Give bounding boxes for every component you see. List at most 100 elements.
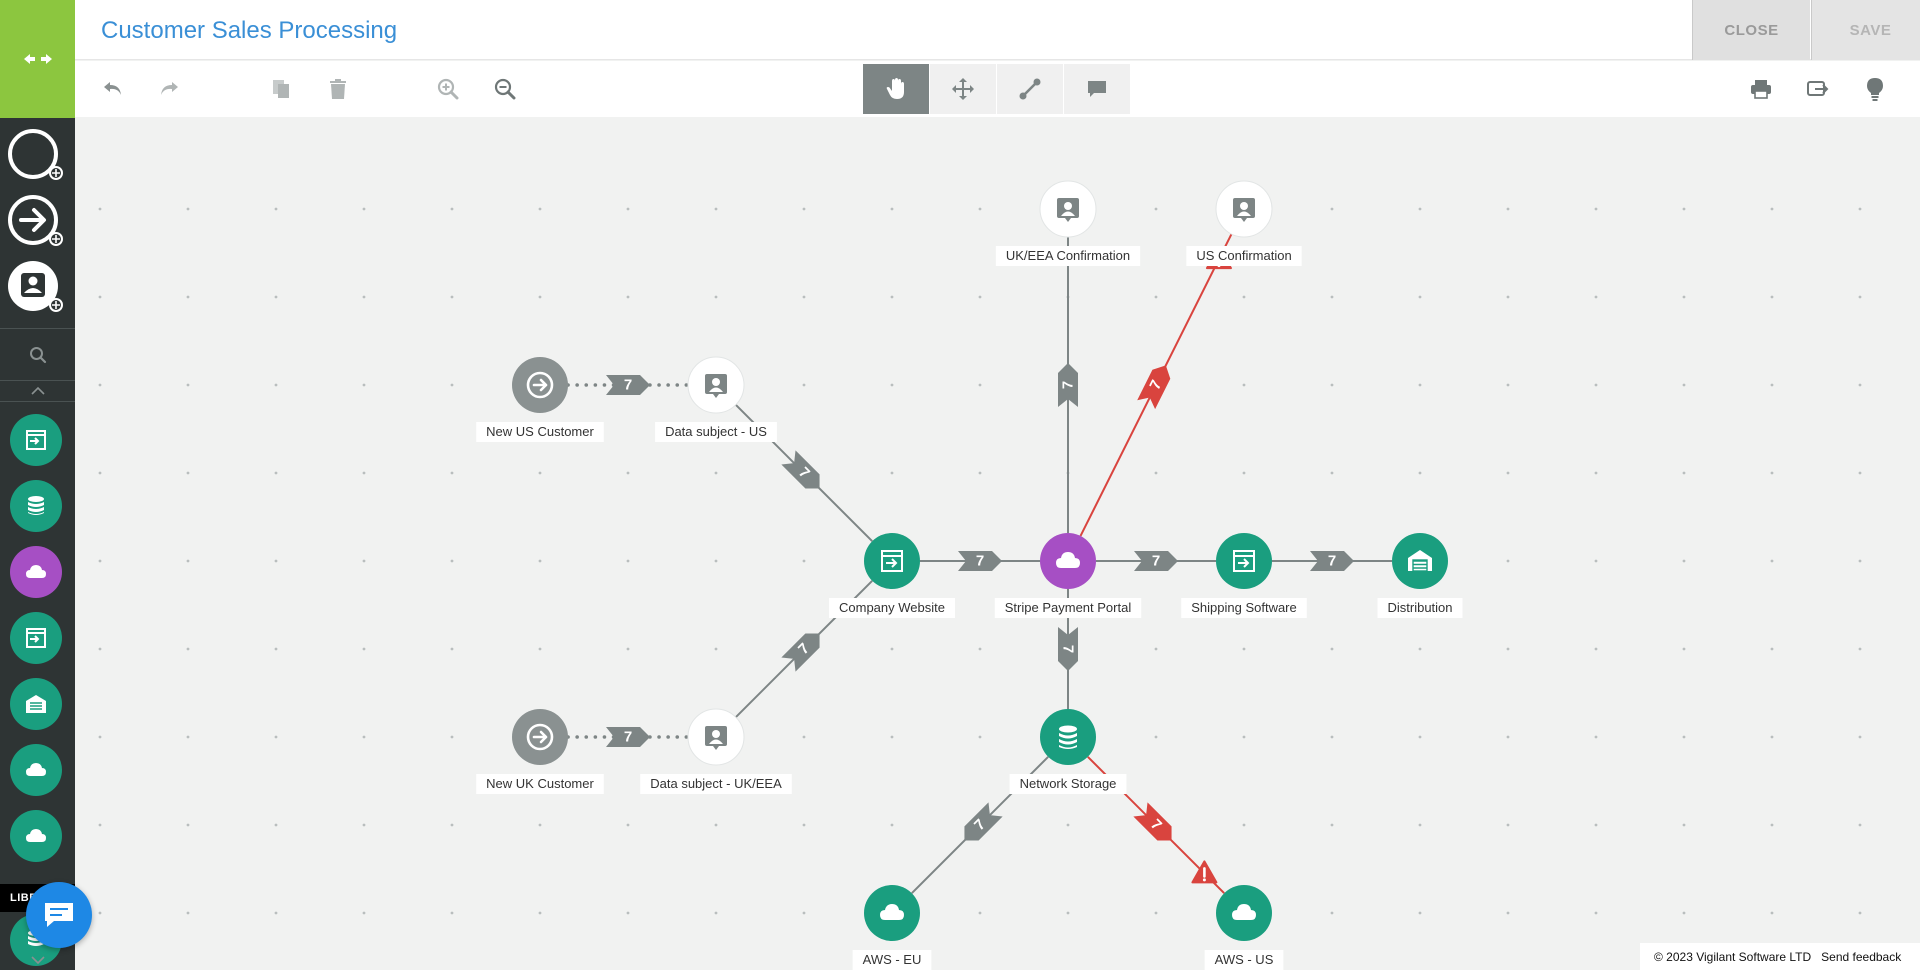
node-aws-eu[interactable]: AWS - EU — [852, 885, 932, 970]
flow-count-label: 7 — [1328, 553, 1336, 570]
grid-dot — [714, 207, 718, 211]
redo-button[interactable] — [151, 71, 187, 107]
connector-icon — [1019, 78, 1041, 100]
edge-stripe-payment-portal-to-shipping-software[interactable]: 7 — [1096, 551, 1216, 571]
grid-dot — [538, 823, 542, 827]
library-scroll-down-button[interactable] — [0, 950, 75, 970]
comment-mode-button[interactable] — [1064, 64, 1130, 114]
print-button[interactable] — [1743, 71, 1779, 107]
library-item-cloud-purple[interactable] — [10, 546, 62, 598]
expand-panel-button[interactable] — [0, 0, 75, 118]
node-uk-eea-confirmation[interactable]: UK/EEA Confirmation — [995, 180, 1141, 266]
library-item-application[interactable] — [10, 612, 62, 664]
connect-mode-button[interactable] — [997, 64, 1063, 114]
node-company-website[interactable]: Company Website — [829, 533, 955, 618]
add-data-subject-shape-button[interactable] — [7, 260, 63, 314]
library-item-cloud[interactable] — [10, 810, 62, 862]
copyright-text: © 2023 Vigilant Software LTD — [1654, 949, 1812, 964]
grid-dot — [1242, 647, 1246, 651]
node-network-storage[interactable]: Network Storage — [1009, 709, 1127, 794]
library-item-cloud[interactable] — [10, 744, 62, 796]
grid-dot — [1066, 911, 1070, 915]
library-item-database[interactable] — [10, 480, 62, 532]
edge-company-website-to-stripe-payment-portal[interactable]: 7 — [920, 551, 1040, 571]
edge-stripe-payment-portal-to-uk-eea-confirmation[interactable]: 7 — [1058, 237, 1078, 533]
grid-dot — [1594, 735, 1598, 739]
grid-dot — [978, 647, 982, 651]
edge-new-uk-customer-to-data-subject-uk-eea[interactable]: 7 — [566, 727, 690, 747]
footer: © 2023 Vigilant Software LTD Send feedba… — [1640, 943, 1920, 970]
node-new-us-customer[interactable]: New US Customer — [476, 357, 604, 442]
comment-icon — [1088, 81, 1106, 97]
grid-dot — [362, 207, 366, 211]
grid-dot — [1858, 207, 1862, 211]
grid-dot — [1418, 647, 1422, 651]
grid-dot — [274, 471, 278, 475]
node-aws-us[interactable]: AWS - US — [1204, 885, 1284, 970]
grid-dot — [802, 735, 806, 739]
diagram-canvas[interactable]: 777777777777 New US Customer Data subject… — [75, 117, 1920, 970]
node-us-confirmation[interactable]: US Confirmation — [1186, 180, 1302, 266]
library-search-button[interactable] — [0, 330, 75, 380]
flow-count-label: 7 — [1060, 381, 1077, 389]
grid-dot — [626, 471, 630, 475]
grid-dot — [1418, 383, 1422, 387]
grid-dot — [714, 295, 718, 299]
add-circle-shape-button[interactable] — [7, 128, 63, 182]
grid-dot — [1682, 823, 1686, 827]
node-new-uk-customer[interactable]: New UK Customer — [476, 709, 604, 794]
node-distribution[interactable]: Distribution — [1377, 533, 1463, 618]
export-icon — [1807, 81, 1829, 96]
edge-shipping-software-to-distribution[interactable]: 7 — [1272, 551, 1392, 571]
chat-support-button[interactable] — [26, 882, 92, 948]
data-flow-diagram[interactable]: 77777 7 77 777 7 New US Customer Data subject… — [75, 117, 1920, 970]
copy-button[interactable] — [263, 71, 299, 107]
add-source-shape-button[interactable] — [7, 194, 63, 248]
node-data-subject-uk-eea[interactable]: Data subject - UK/EEA — [640, 708, 792, 794]
close-button[interactable]: CLOSE — [1692, 0, 1810, 60]
node-label-text: UK/EEA Confirmation — [1006, 248, 1130, 263]
send-feedback-link[interactable]: Send feedback — [1821, 950, 1901, 964]
node-data-subject-us[interactable]: Data subject - US — [655, 356, 777, 442]
library-scroll-up-button[interactable] — [0, 381, 75, 401]
node-label: New UK Customer — [476, 774, 604, 794]
grid-dot — [538, 647, 542, 651]
delete-button[interactable] — [320, 71, 356, 107]
save-button[interactable]: SAVE — [1811, 0, 1920, 60]
library-item-application[interactable] — [10, 414, 62, 466]
grid-dot — [362, 559, 366, 563]
grid-dot — [450, 471, 454, 475]
grid-dot — [186, 207, 190, 211]
grid-dot — [186, 735, 190, 739]
export-button[interactable] — [1800, 71, 1836, 107]
move-mode-button[interactable] — [930, 64, 996, 114]
flow-count-label: 7 — [624, 377, 632, 394]
tips-button[interactable] — [1857, 71, 1893, 107]
grid-dot — [1682, 559, 1686, 563]
undo-button[interactable] — [95, 71, 131, 107]
application-icon — [26, 628, 46, 648]
move-arrows-icon — [952, 78, 974, 100]
grid-dot — [538, 295, 542, 299]
zoom-in-button[interactable] — [430, 71, 466, 107]
zoom-out-button[interactable] — [487, 71, 523, 107]
grid-dot — [1682, 295, 1686, 299]
delete-icon — [330, 79, 346, 99]
grid-dot — [1330, 471, 1334, 475]
edge-new-us-customer-to-data-subject-us[interactable]: 7 — [566, 375, 690, 395]
flow-count-badge[interactable]: 7 — [1137, 361, 1175, 410]
grid-dot — [1242, 295, 1246, 299]
library-item-warehouse[interactable] — [10, 678, 62, 730]
pan-mode-button[interactable] — [863, 64, 929, 114]
grid-dot — [186, 471, 190, 475]
grid-dot — [626, 647, 630, 651]
node-label-text: AWS - US — [1215, 952, 1274, 967]
grid-dot — [1330, 735, 1334, 739]
sidebar-divider — [0, 328, 75, 329]
node-shipping-software[interactable]: Shipping Software — [1181, 533, 1307, 618]
node-stripe-payment-portal[interactable]: Stripe Payment Portal — [994, 533, 1142, 618]
edge-stripe-payment-portal-to-us-confirmation[interactable]: 7 — [1079, 233, 1233, 537]
grid-dot — [890, 647, 894, 651]
grid-dot — [626, 911, 630, 915]
grid-dot — [186, 823, 190, 827]
